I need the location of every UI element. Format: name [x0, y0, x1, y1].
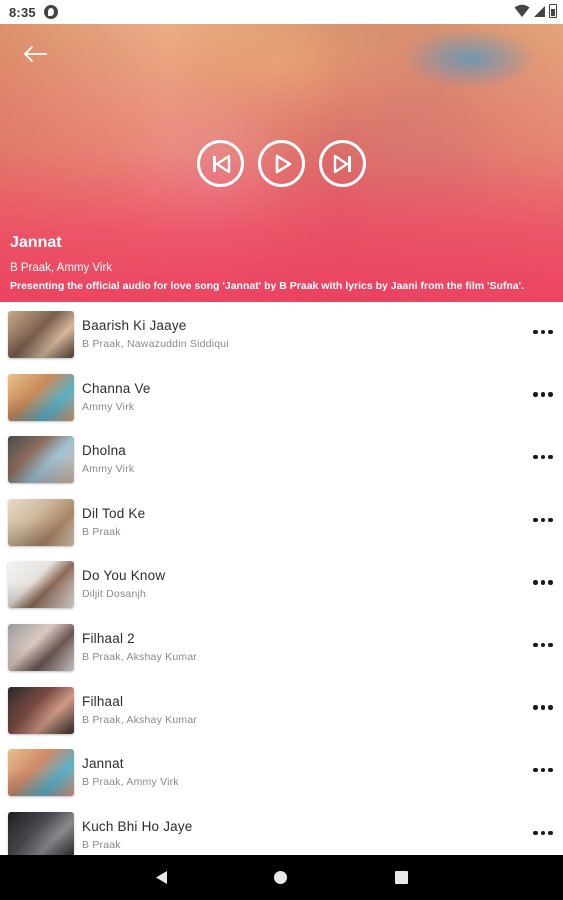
song-thumbnail: [8, 749, 74, 797]
song-thumbnail: [8, 623, 74, 671]
next-button[interactable]: [319, 140, 366, 187]
previous-button[interactable]: [197, 140, 244, 187]
song-artist: B Praak, Akshay Kumar: [82, 713, 198, 726]
song-thumbnail: [8, 311, 74, 358]
song-thumbnail: [8, 811, 74, 855]
nav-back-icon[interactable]: [155, 870, 168, 885]
song-artist: B Praak: [82, 838, 121, 851]
song-artist: Ammy Virk: [82, 463, 135, 476]
now-playing-description: Presenting the official audio for love s…: [10, 280, 525, 292]
status-icons: [514, 4, 557, 18]
now-playing-title: Jannat: [10, 234, 62, 251]
nav-recents-icon[interactable]: [395, 871, 408, 884]
song-title: Do You Know: [82, 568, 166, 584]
play-icon: [275, 154, 291, 173]
now-playing-banner: Jannat B Praak, Ammy Virk Presenting the…: [0, 24, 563, 302]
battery-icon: [549, 4, 557, 18]
song-title: Baarish Ki Jaaye: [82, 318, 187, 333]
song-list[interactable]: Baarish Ki Jaaye B Praak, Nawazuddin Sid…: [0, 302, 563, 855]
status-time: 8:35: [9, 5, 36, 20]
song-thumbnail: [8, 498, 74, 546]
player-controls: [197, 140, 366, 187]
more-options-button[interactable]: [531, 385, 555, 405]
song-list-item[interactable]: Dholna Ammy Virk: [0, 427, 563, 490]
song-list-item[interactable]: Do You Know Diljit Dosanjh: [0, 552, 563, 615]
more-options-button[interactable]: [531, 322, 555, 342]
skip-next-icon: [333, 154, 351, 173]
more-options-button[interactable]: [531, 572, 555, 592]
song-title: Dholna: [82, 443, 126, 459]
more-options-button[interactable]: [531, 760, 555, 780]
signal-icon: [534, 5, 545, 17]
more-options-button[interactable]: [531, 510, 555, 530]
song-title: Dil Tod Ke: [82, 505, 146, 521]
song-artist: B Praak, Nawazuddin Siddiqui: [82, 338, 229, 350]
song-list-item[interactable]: Jannat B Praak, Ammy Virk: [0, 740, 563, 803]
back-button[interactable]: [20, 42, 50, 66]
more-options-button[interactable]: [531, 447, 555, 467]
song-title: Filhaal: [82, 693, 124, 709]
song-thumbnail: [8, 373, 74, 421]
song-artist: B Praak, Ammy Virk: [82, 776, 179, 789]
song-list-item[interactable]: Filhaal B Praak, Akshay Kumar: [0, 678, 563, 741]
more-options-button[interactable]: [531, 698, 555, 718]
navigation-bar: [0, 855, 563, 900]
song-thumbnail: [8, 686, 74, 734]
song-artist: B Praak: [82, 525, 121, 538]
song-list-item[interactable]: Baarish Ki Jaaye B Praak, Nawazuddin Sid…: [0, 302, 563, 365]
more-options-button[interactable]: [531, 635, 555, 655]
song-list-item[interactable]: Dil Tod Ke B Praak: [0, 490, 563, 553]
skip-previous-icon: [212, 154, 230, 173]
now-playing-artists: B Praak, Ammy Virk: [10, 262, 113, 274]
song-list-item[interactable]: Kuch Bhi Ho Jaye B Praak: [0, 803, 563, 855]
more-options-button[interactable]: [531, 823, 555, 843]
song-title: Jannat: [82, 756, 124, 772]
song-thumbnail: [8, 561, 74, 609]
song-title: Channa Ve: [82, 380, 151, 396]
song-list-item[interactable]: Channa Ve Ammy Virk: [0, 365, 563, 428]
song-title: Filhaal 2: [82, 630, 135, 646]
song-thumbnail: [8, 436, 74, 484]
wifi-icon: [514, 4, 530, 17]
notification-app-icon: [44, 5, 58, 19]
song-list-item[interactable]: Filhaal 2 B Praak, Akshay Kumar: [0, 615, 563, 678]
play-button[interactable]: [258, 140, 305, 187]
song-artist: Ammy Virk: [82, 400, 135, 413]
nav-home-icon[interactable]: [274, 871, 287, 884]
song-artist: B Praak, Akshay Kumar: [82, 650, 198, 663]
status-bar: 8:35: [0, 0, 563, 24]
song-title: Kuch Bhi Ho Jaye: [82, 818, 193, 834]
back-arrow-icon: [24, 46, 47, 62]
song-artist: Diljit Dosanjh: [82, 588, 147, 601]
